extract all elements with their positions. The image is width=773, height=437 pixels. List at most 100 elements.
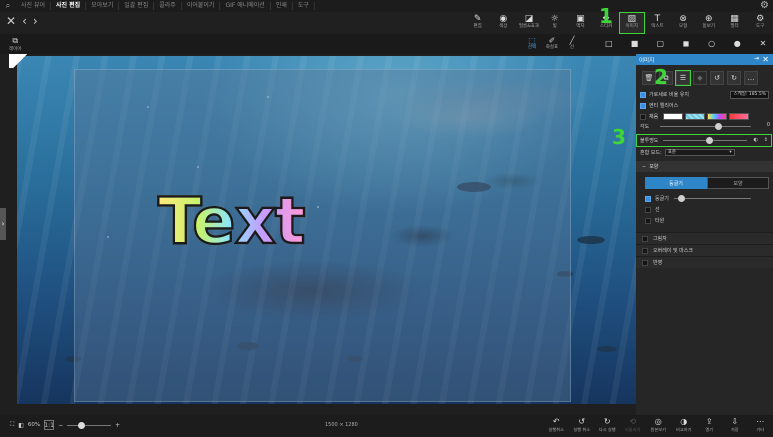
more-icon[interactable]: … <box>744 71 758 85</box>
line-checkbox[interactable] <box>645 206 651 213</box>
bottom-button-1[interactable]: ↺ 실행 취소 <box>569 415 595 437</box>
actual-size-button[interactable]: 1:1 <box>44 420 55 430</box>
blend-mode-select[interactable]: 표준 ▾ <box>664 148 735 156</box>
line-row[interactable]: 선 <box>636 204 773 215</box>
tool-text-button[interactable]: T 텍스트 <box>645 12 671 34</box>
menu-item-0[interactable]: 사진 뷰어 <box>16 2 51 10</box>
layer-icon[interactable]: ◆ <box>693 71 707 85</box>
antialias-row[interactable]: 엔티 엘리어스 <box>636 100 773 111</box>
shape-option-2[interactable]: ▢ <box>647 38 673 50</box>
stepper-icon[interactable]: ⇕ <box>764 137 768 143</box>
bottom-button-6[interactable]: ⇪ 열기 <box>697 415 723 437</box>
panel-toggle-icon[interactable]: ◧ <box>18 422 24 429</box>
rotate-left-icon[interactable]: ↺ <box>710 71 724 85</box>
chevron-left-icon[interactable]: ‹ <box>22 14 27 28</box>
image-layer-selection[interactable] <box>74 69 571 402</box>
menu-item-4[interactable]: 콜라주 <box>154 2 182 10</box>
shape-option-6[interactable]: ✕ <box>750 38 773 50</box>
subtool-line-button[interactable]: ╱ 선 <box>564 36 580 51</box>
tool-filter-button[interactable]: ◪ 필름&효과 <box>516 12 542 34</box>
tool-color-button[interactable]: ◉ 색상 <box>490 12 516 34</box>
bottom-button-4[interactable]: ◎ 원본보기 <box>646 415 672 437</box>
tool-tools-button[interactable]: ⚙ 도구 <box>747 12 773 34</box>
antialias-checkbox[interactable] <box>640 102 646 109</box>
tool-pattern-button[interactable]: ▦ 필터 <box>722 12 748 34</box>
opacity-slider[interactable]: 불투명도 ◐ ⇕ <box>636 134 772 147</box>
panel-close-icon[interactable]: ✕ <box>762 54 769 65</box>
menu-item-2[interactable]: 모아보기 <box>86 2 120 10</box>
expand-handle[interactable]: › <box>0 208 6 240</box>
fill-swatch-pattern[interactable] <box>685 113 706 120</box>
menu-item-6[interactable]: GIF 애니메이션 <box>220 2 271 10</box>
shape-option-4[interactable]: ○ <box>699 38 725 50</box>
tool-label: 빛 <box>552 24 557 29</box>
fill-row[interactable]: 채움 <box>636 111 773 122</box>
keep-ratio-checkbox[interactable] <box>640 91 646 98</box>
fill-checkbox[interactable] <box>640 113 646 120</box>
ellipse-checkbox[interactable] <box>645 217 651 224</box>
effect-checkbox[interactable] <box>642 235 648 242</box>
shape-section-header[interactable]: − 모양 <box>636 161 773 172</box>
effect-checkbox[interactable] <box>642 247 648 254</box>
ellipse-row[interactable]: 타원 <box>636 215 773 226</box>
close-icon[interactable]: ✕ <box>6 14 16 28</box>
bottom-button-0[interactable]: ↶ 실행취소 <box>544 415 570 437</box>
shape-option-0[interactable]: □ <box>596 38 622 50</box>
tab-rounded[interactable]: 둥글기 <box>645 177 707 189</box>
zoom-slider-knob[interactable] <box>77 421 85 429</box>
menu-item-8[interactable]: 도구 <box>293 2 315 10</box>
fill-swatch-red[interactable] <box>729 113 750 120</box>
fill-swatch-gradient[interactable] <box>707 113 728 120</box>
angle-slider-knob[interactable] <box>714 123 722 130</box>
opacity-slider-knob[interactable] <box>705 137 713 144</box>
zoom-level[interactable]: 60% <box>28 422 40 428</box>
tool-label: 색상 <box>499 24 508 29</box>
search-icon[interactable]: ⌕ <box>0 0 16 12</box>
text-layer[interactable]: Text <box>157 185 307 259</box>
corner-badge <box>9 54 31 68</box>
fit-icon[interactable]: ⛶ <box>10 421 14 429</box>
effect-row-2[interactable]: 반영 <box>636 256 773 268</box>
rotate-right-icon[interactable]: ↻ <box>727 71 741 85</box>
angle-slider[interactable]: 각도 0 <box>636 122 773 131</box>
tool-magnifier-button[interactable]: ⊕ 돋보기 <box>696 12 722 34</box>
shape-option-3[interactable]: ◼ <box>673 38 699 50</box>
menu-item-7[interactable]: 인쇄 <box>271 2 293 10</box>
subtool-pen-button[interactable]: ✐ 화살표 <box>544 36 560 51</box>
tool-shape-button[interactable]: ⊗ 모형 <box>670 12 696 34</box>
zoom-in-icon[interactable]: + <box>115 422 120 429</box>
tool-frame-button[interactable]: ▣ 액자 <box>568 12 594 34</box>
effect-row-1[interactable]: 오버레이 및 마스크 <box>636 244 773 256</box>
chevron-right-icon[interactable]: › <box>33 14 38 28</box>
tool-image-button[interactable]: ▨ 이미지 <box>618 12 645 34</box>
menu-item-1[interactable]: 사진 편집 <box>51 2 87 10</box>
zoom-slider[interactable] <box>67 421 112 429</box>
canvas-area[interactable]: Text › <box>0 54 636 415</box>
subtool-select-button[interactable]: ⬚ 선택 <box>524 36 540 51</box>
tool-light-button[interactable]: ☼ 빛 <box>542 12 568 34</box>
effect-checkbox[interactable] <box>642 259 648 266</box>
shape-option-5[interactable]: ● <box>724 38 750 50</box>
gear-icon[interactable]: ⚙ <box>760 0 769 12</box>
bottom-button-3[interactable]: ⟲ 되돌리기 <box>620 415 646 437</box>
fill-swatch-white[interactable] <box>663 113 684 120</box>
bottom-button-2[interactable]: ↻ 다시 실행 <box>595 415 621 437</box>
bottom-button-5[interactable]: ◑ 비교하기 <box>671 415 697 437</box>
bottom-button-8[interactable]: ⋯ 기타 <box>748 415 773 437</box>
rounded-slider-knob[interactable] <box>677 195 685 202</box>
tool-edit-button[interactable]: ✎ 편집 <box>465 12 491 34</box>
tab-shape[interactable]: 모양 <box>707 177 769 189</box>
menu-item-5[interactable]: 이어붙이기 <box>182 2 221 10</box>
rounded-row[interactable]: 둥글기 <box>636 193 773 204</box>
shape-option-1[interactable]: ■ <box>622 38 648 50</box>
menu-item-3[interactable]: 일괄 편집 <box>119 2 155 10</box>
rounded-checkbox[interactable] <box>645 195 651 202</box>
layer-button[interactable]: ⧉ 레이어 <box>9 36 21 52</box>
pin-icon[interactable]: ⇥ <box>754 55 759 62</box>
keep-ratio-row[interactable]: 가로세로 비율 유지 스케일: 185.5% <box>636 89 773 100</box>
properties-icon[interactable]: ☰ <box>675 70 691 86</box>
zoom-out-icon[interactable]: − <box>58 422 63 429</box>
bottom-button-7[interactable]: ⇩ 저장 <box>722 415 748 437</box>
scale-field[interactable]: 스케일: 185.5% <box>730 91 769 99</box>
effect-row-0[interactable]: 그림자 <box>636 232 773 244</box>
